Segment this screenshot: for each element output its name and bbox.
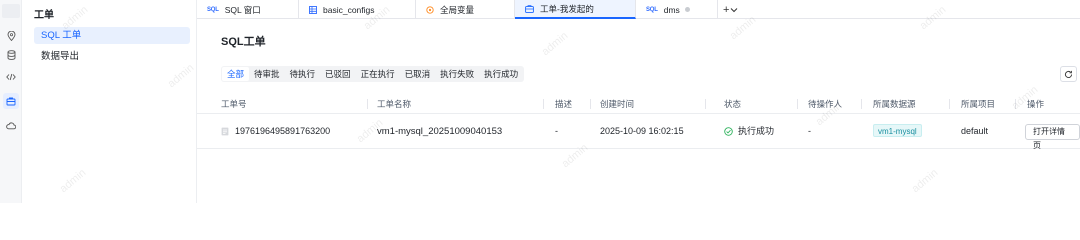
page-title: SQL工单 — [221, 36, 266, 48]
variable-icon — [426, 5, 434, 14]
ticket-operator: - — [808, 126, 811, 136]
watermark: admin — [539, 29, 571, 59]
sql-tag-icon: SQL — [207, 6, 219, 13]
table-icon — [309, 5, 317, 14]
tab-label: SQL 窗口 — [224, 4, 261, 15]
filter-pending-approval[interactable]: 待审批 — [249, 67, 285, 81]
tab-basic-configs[interactable]: basic_configs — [299, 0, 416, 19]
tab-bar: SQL SQL 窗口 basic_configs 全局变量 工单-我发起的 SQ… — [197, 0, 1080, 19]
tab-my-tickets[interactable]: 工单-我发起的 — [515, 0, 636, 19]
table-header: 工单号 工单名称 描述 创建时间 状态 待操作人 所属数据源 所属项目 操作 — [197, 94, 1080, 114]
ticket-status: 执行成功 — [724, 114, 774, 149]
rail-logo — [2, 4, 20, 18]
add-tab-button[interactable]: + — [723, 0, 738, 19]
column-divider — [1015, 99, 1016, 109]
ticket-created-time: 2025-10-09 16:02:15 — [600, 126, 684, 136]
open-details-button[interactable]: 打开详情页 — [1025, 124, 1080, 150]
chevron-down-icon[interactable] — [730, 7, 738, 13]
column-divider — [949, 99, 950, 109]
column-divider — [590, 99, 591, 109]
filter-all[interactable]: 全部 — [222, 67, 250, 81]
tab-label: dms — [663, 4, 680, 15]
location-icon[interactable] — [3, 28, 19, 44]
ticket-icon — [525, 4, 534, 13]
column-header: 操作 — [1027, 99, 1045, 109]
column-header: 工单号 — [221, 99, 247, 109]
column-header: 待操作人 — [808, 99, 843, 109]
ticket-project: default — [961, 126, 989, 136]
database-icon[interactable] — [3, 47, 19, 63]
tab-global-variables[interactable]: 全局变量 — [416, 0, 515, 19]
filter-pending-execution[interactable]: 待执行 — [285, 67, 321, 81]
datasource-badge: vm1-mysql — [873, 124, 922, 137]
tab-label: 工单-我发起的 — [540, 3, 594, 14]
column-header: 描述 — [555, 99, 573, 109]
tab-dms[interactable]: SQL dms — [636, 0, 718, 19]
left-nav: 工单 SQL 工单 数据导出 — [22, 0, 197, 203]
column-header: 工单名称 — [377, 99, 412, 109]
icon-rail — [0, 0, 22, 203]
column-divider — [705, 99, 706, 109]
column-divider — [797, 99, 798, 109]
filter-executing[interactable]: 正在执行 — [356, 67, 400, 81]
column-header: 所属项目 — [961, 99, 996, 109]
filter-rejected[interactable]: 已驳回 — [320, 67, 356, 81]
ticket-icon[interactable] — [3, 93, 19, 109]
tab-label: 全局变量 — [440, 4, 475, 15]
filter-succeeded[interactable]: 执行成功 — [479, 67, 523, 81]
ticket-id: 1976196495891763200 — [235, 126, 331, 136]
status-filter-group: 全部 待审批 待执行 已驳回 正在执行 已取消 执行失败 执行成功 — [221, 66, 525, 82]
ticket-description: - — [555, 126, 558, 136]
column-header: 创建时间 — [600, 99, 635, 109]
nav-item-data-export[interactable]: 数据导出 — [34, 48, 190, 65]
column-divider — [367, 99, 368, 109]
code-icon[interactable] — [3, 69, 19, 85]
refresh-icon — [1064, 70, 1073, 79]
ticket-name[interactable]: vm1-mysql_20251009040153 — [377, 114, 502, 149]
status-label: 执行成功 — [738, 126, 775, 136]
success-check-icon — [724, 127, 733, 136]
sql-tag-icon: SQL — [646, 6, 658, 13]
column-divider — [543, 99, 544, 109]
filter-failed[interactable]: 执行失败 — [435, 67, 479, 81]
watermark: admin — [909, 166, 941, 196]
tab-label: basic_configs — [323, 4, 375, 15]
column-header: 所属数据源 — [873, 99, 916, 109]
refresh-button[interactable] — [1060, 66, 1077, 82]
filter-cancelled[interactable]: 已取消 — [400, 67, 436, 81]
column-header: 状态 — [724, 99, 742, 109]
row-doc-icon — [221, 114, 229, 149]
tab-sql-window[interactable]: SQL SQL 窗口 — [197, 0, 299, 19]
ticket-datasource: vm1-mysql — [873, 114, 922, 149]
nav-item-sql-ticket[interactable]: SQL 工单 — [34, 27, 190, 44]
column-divider — [861, 99, 862, 109]
unsaved-dot-icon — [684, 7, 690, 12]
left-nav-title: 工单 — [34, 10, 54, 21]
table-row: 1976196495891763200 vm1-mysql_2025100904… — [197, 114, 1080, 150]
cloud-icon[interactable] — [3, 118, 19, 134]
plus-icon: + — [723, 3, 730, 16]
